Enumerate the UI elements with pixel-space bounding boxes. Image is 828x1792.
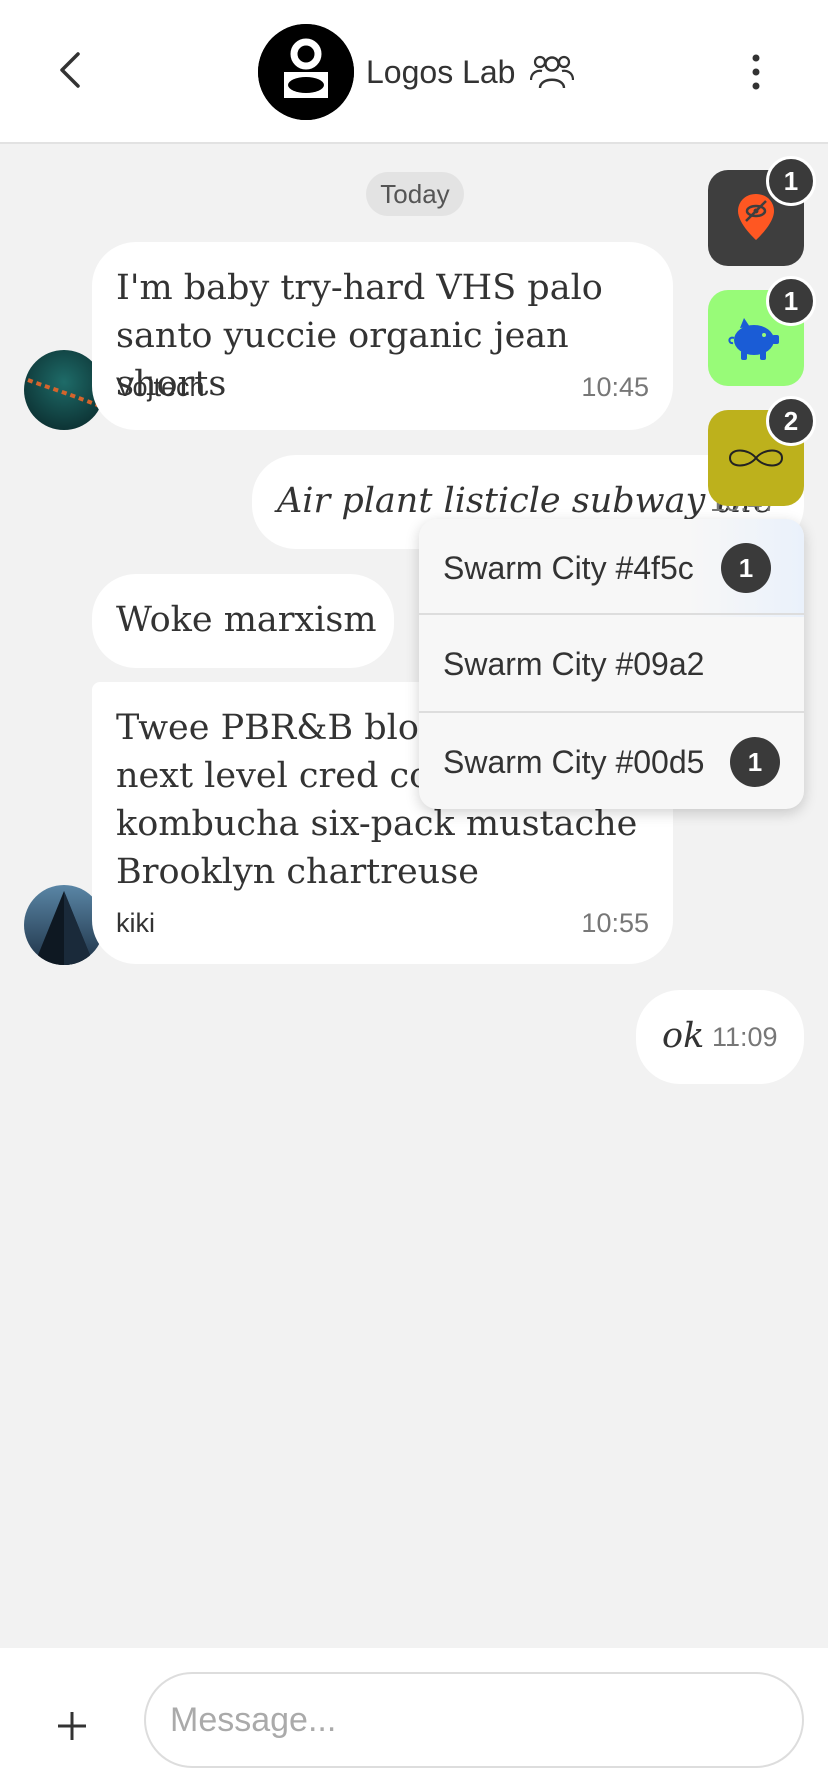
app-instances-dropdown: Swarm City #4f5c 1 Swarm City #09a2 Swar…	[419, 519, 804, 809]
message-text: Air plant listicle subway tile	[277, 481, 774, 521]
message-time: 10:55	[581, 908, 649, 938]
dropdown-item-label: Swarm City #4f5c	[443, 550, 694, 586]
message-time: 11:09	[712, 1022, 778, 1052]
message-author: Vojtech	[116, 372, 205, 402]
dropdown-item[interactable]: Swarm City #00d5 1	[419, 713, 804, 809]
app-badge: 1	[766, 156, 816, 206]
app-badge: 2	[766, 396, 816, 446]
logos-lab-logo	[258, 24, 354, 120]
chevron-left-icon	[60, 52, 80, 88]
dropdown-item-badge: 1	[730, 737, 780, 787]
group-icon	[529, 52, 575, 92]
message-time: 10:45	[581, 372, 649, 402]
dropdown-item-label: Swarm City #09a2	[443, 646, 705, 682]
dropdown-item-badge: 1	[721, 543, 771, 593]
message-bubble[interactable]: Woke marxism	[92, 574, 394, 668]
back-button[interactable]	[48, 46, 96, 94]
dropdown-item[interactable]: Swarm City #4f5c 1	[419, 519, 804, 617]
plus-icon	[58, 1712, 86, 1740]
message-bubble[interactable]: I'm baby try-hard VHS palo santo yuccie …	[92, 242, 673, 430]
more-vertical-icon	[752, 54, 760, 90]
infinity-app[interactable]: 2	[708, 396, 816, 506]
app-badge: 1	[766, 276, 816, 326]
chat-title[interactable]: Logos Lab	[366, 50, 515, 94]
chat-header: Logos Lab	[0, 0, 828, 144]
message-text: ok	[662, 1016, 705, 1056]
message-bubble-outgoing[interactable]: ok 11:09	[636, 990, 804, 1084]
piggy-bank-app[interactable]: 1	[708, 276, 816, 386]
dropdown-item-label: Swarm City #00d5	[443, 744, 705, 780]
message-author: kiki	[116, 908, 155, 938]
group-avatar[interactable]	[258, 24, 354, 120]
hidden-location-app[interactable]: 1	[708, 156, 816, 266]
dropdown-item[interactable]: Swarm City #09a2	[419, 615, 804, 713]
message-text: Woke marxism	[116, 600, 377, 640]
date-separator: Today	[366, 172, 464, 216]
more-options-button[interactable]	[735, 48, 777, 96]
message-composer	[0, 1648, 828, 1792]
message-input[interactable]	[144, 1672, 804, 1768]
add-attachment-button[interactable]	[52, 1706, 92, 1746]
